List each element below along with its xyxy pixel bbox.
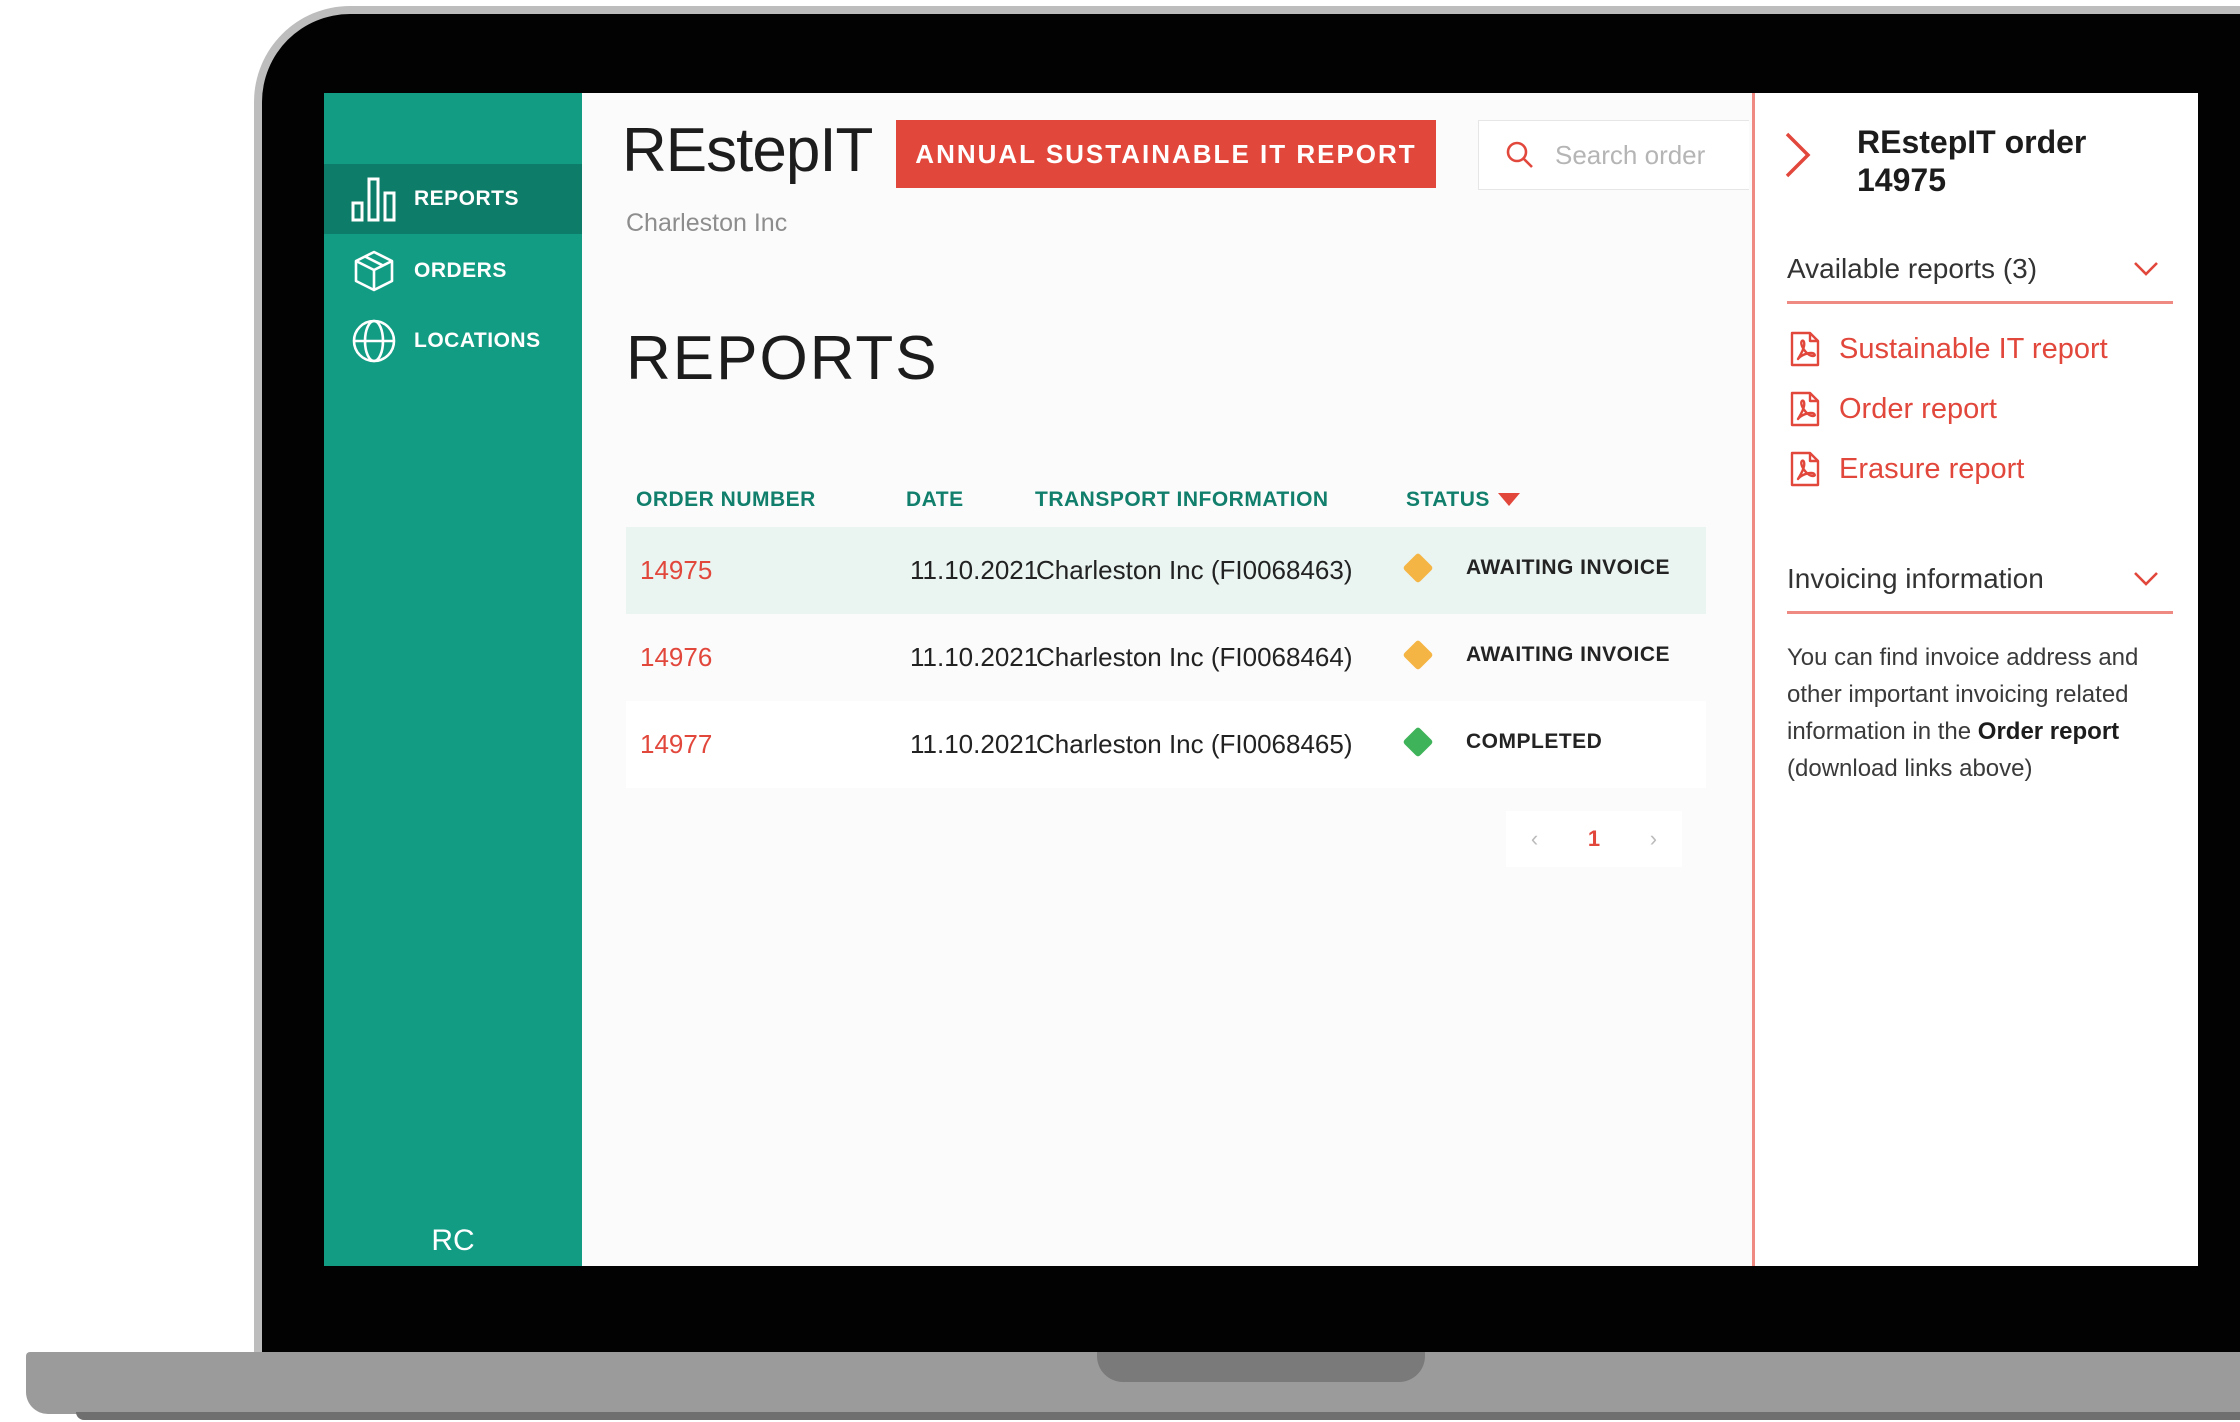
sidebar-item-label: ORDERS [414,259,507,282]
status-completed-icon [1402,726,1434,758]
column-header-status[interactable]: STATUS [1406,473,1490,527]
status-warning-icon [1402,552,1434,584]
report-link[interactable]: Order report [1789,391,1997,427]
available-reports-header[interactable]: Available reports (3) [1787,253,2173,304]
pdf-file-icon [1789,391,1821,427]
report-link[interactable]: Erasure report [1789,451,2024,487]
main-content: REstepIT Charleston Inc ANNUAL SUSTAINAB… [582,93,1752,1266]
invoicing-info-text: You can find invoice address and other i… [1787,639,2187,787]
order-detail-panel: REstepIT order 14975 Available reports (… [1752,93,2198,1266]
transport-info: Charleston Inc (FI0068464) [1036,642,1353,672]
page-title: REPORTS [626,324,939,393]
box-icon [350,247,398,295]
search-input[interactable] [1553,138,1747,172]
order-date: 11.10.2021 [910,729,1039,759]
company-name: Charleston Inc [626,209,788,237]
table-row[interactable]: 14977 11.10.2021 Charleston Inc (FI00684… [626,701,1706,788]
report-link-label: Erasure report [1839,452,2025,485]
chevron-right-icon[interactable] [1783,131,1813,179]
status-warning-icon [1402,639,1434,671]
laptop-base-shadow [76,1412,2240,1420]
search-box[interactable] [1478,120,1749,190]
column-header-order-number[interactable]: ORDER NUMBER [636,473,816,527]
annual-report-button[interactable]: ANNUAL SUSTAINABLE IT REPORT [896,120,1436,188]
table-row[interactable]: 14976 11.10.2021 Charleston Inc (FI00684… [626,614,1706,701]
transport-info: Charleston Inc (FI0068463) [1036,555,1353,585]
laptop-notch [1097,1352,1425,1382]
table-row[interactable]: 14975 11.10.2021 Charleston Inc (FI00684… [626,527,1706,614]
invoicing-text-bold: Order report [1977,718,2120,745]
column-header-date[interactable]: DATE [906,473,964,527]
sidebar-item-reports[interactable]: REPORTS [324,164,582,234]
order-date: 11.10.2021 [910,555,1039,585]
page-number-current[interactable]: 1 [1588,826,1600,852]
invoicing-text-outro: (download links above) [1787,755,2033,782]
pdf-file-icon [1789,331,1821,367]
bar-chart-icon [350,175,398,223]
pagination: ‹ 1 › [1506,811,1682,867]
orders-table: ORDER NUMBER DATE TRANSPORT INFORMATION … [626,473,1706,788]
order-number-link[interactable]: 14976 [640,614,712,701]
sidebar-item-locations[interactable]: LOCATIONS [324,306,582,376]
chevron-down-icon[interactable] [2133,261,2159,282]
status-label: AWAITING INVOICE [1466,556,1671,579]
chevron-right-icon[interactable]: › [1650,826,1657,852]
sort-desc-icon[interactable] [1498,493,1520,512]
pdf-file-icon [1789,451,1821,487]
invoicing-info-title: Invoicing information [1787,563,2044,594]
user-avatar[interactable]: RC [324,1224,582,1258]
order-date: 11.10.2021 [910,642,1039,672]
sidebar-item-label: REPORTS [414,187,520,210]
order-number-link[interactable]: 14977 [640,701,712,788]
chevron-left-icon[interactable]: ‹ [1531,826,1538,852]
status-label: COMPLETED [1466,730,1603,753]
invoicing-info-header[interactable]: Invoicing information [1787,563,2173,614]
app-screen: REPORTS ORDERS LOCATIONS RC REstepIT Cha… [324,93,2198,1266]
report-link-label: Order report [1839,392,1997,425]
panel-title: REstepIT order 14975 [1857,124,2087,198]
sidebar-item-label: LOCATIONS [414,329,541,352]
available-reports-title: Available reports (3) [1787,253,2038,284]
transport-info: Charleston Inc (FI0068465) [1036,729,1353,759]
brand-logo[interactable]: REstepIT [622,115,873,186]
chevron-down-icon[interactable] [2133,571,2159,592]
search-icon [1505,138,1539,172]
report-link[interactable]: Sustainable IT report [1789,331,2108,367]
column-header-transport[interactable]: TRANSPORT INFORMATION [1035,473,1329,527]
globe-icon [350,317,398,365]
status-label: AWAITING INVOICE [1466,643,1671,666]
sidebar-item-orders[interactable]: ORDERS [324,236,582,306]
sidebar: REPORTS ORDERS LOCATIONS RC [324,93,582,1266]
table-header: ORDER NUMBER DATE TRANSPORT INFORMATION … [626,473,1706,527]
report-link-label: Sustainable IT report [1839,332,2108,365]
order-number-link[interactable]: 14975 [640,527,712,614]
